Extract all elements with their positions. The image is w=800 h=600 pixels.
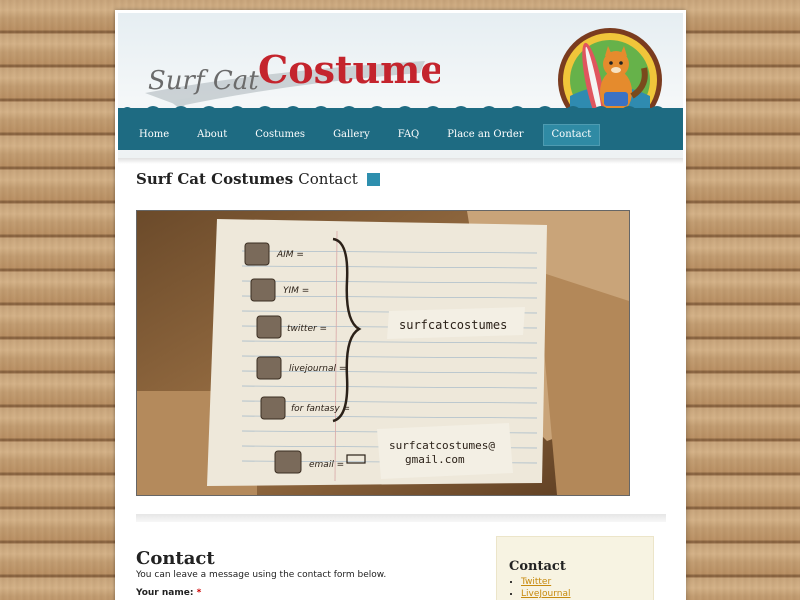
nav-costumes[interactable]: Costumes — [246, 124, 314, 146]
page-title: Surf Cat Costumes Contact — [136, 170, 380, 188]
hero-email-line1: surfcatcostumes@ — [389, 439, 495, 452]
nav-place-an-order[interactable]: Place an Order — [438, 124, 532, 146]
sidebar-link-list: Twitter LiveJournal — [509, 577, 571, 600]
name-label-text: Your name: — [136, 588, 194, 598]
contact-hero-image: AIM = YIM = twitter = livejournal = for … — [136, 210, 630, 496]
hero-handle-text: surfcatcostumes — [399, 318, 507, 332]
header-shadow — [118, 158, 683, 164]
nav-home[interactable]: Home — [130, 124, 178, 146]
sidebar-link-twitter[interactable]: Twitter — [521, 577, 551, 587]
title-square-icon — [366, 172, 380, 186]
contact-description: You can leave a message using the contac… — [136, 570, 387, 580]
hero-fantasy-label: for fantasy = — [291, 404, 350, 414]
svg-text:Costumes: Costumes — [258, 47, 440, 92]
sidebar-link-livejournal[interactable]: LiveJournal — [521, 589, 571, 599]
hero-email-line2: gmail.com — [405, 453, 465, 466]
section-divider — [136, 514, 666, 522]
list-item: LiveJournal — [521, 589, 571, 599]
hero-yim-label: YIM = — [283, 286, 309, 296]
sidebar-heading: Contact — [509, 559, 566, 574]
list-item: Twitter — [521, 577, 571, 587]
page-title-site: Surf Cat Costumes — [136, 170, 294, 188]
nav-contact[interactable]: Contact — [542, 124, 601, 146]
svg-text:Surf Cat: Surf Cat — [148, 66, 259, 96]
contact-heading: Contact — [136, 548, 215, 569]
name-field-label: Your name: * — [136, 588, 201, 598]
required-marker: * — [196, 588, 202, 598]
hero-twitter-label: twitter = — [287, 324, 327, 334]
hero-aim-label: AIM = — [276, 250, 304, 260]
nav-gallery[interactable]: Gallery — [324, 124, 379, 146]
main-nav: Home About Costumes Gallery FAQ Place an… — [118, 123, 610, 147]
hero-email-label: email = — [309, 460, 344, 470]
page-title-section: Contact — [298, 170, 358, 188]
nav-about[interactable]: About — [188, 124, 236, 146]
page-container: Surf Cat Costumes Home — [115, 10, 686, 600]
hero-livejournal-label: livejournal = — [289, 364, 346, 374]
site-header: Surf Cat Costumes Home — [118, 13, 683, 158]
sidebar-contact-box: Contact Twitter LiveJournal — [496, 536, 654, 600]
nav-faq[interactable]: FAQ — [389, 124, 429, 146]
